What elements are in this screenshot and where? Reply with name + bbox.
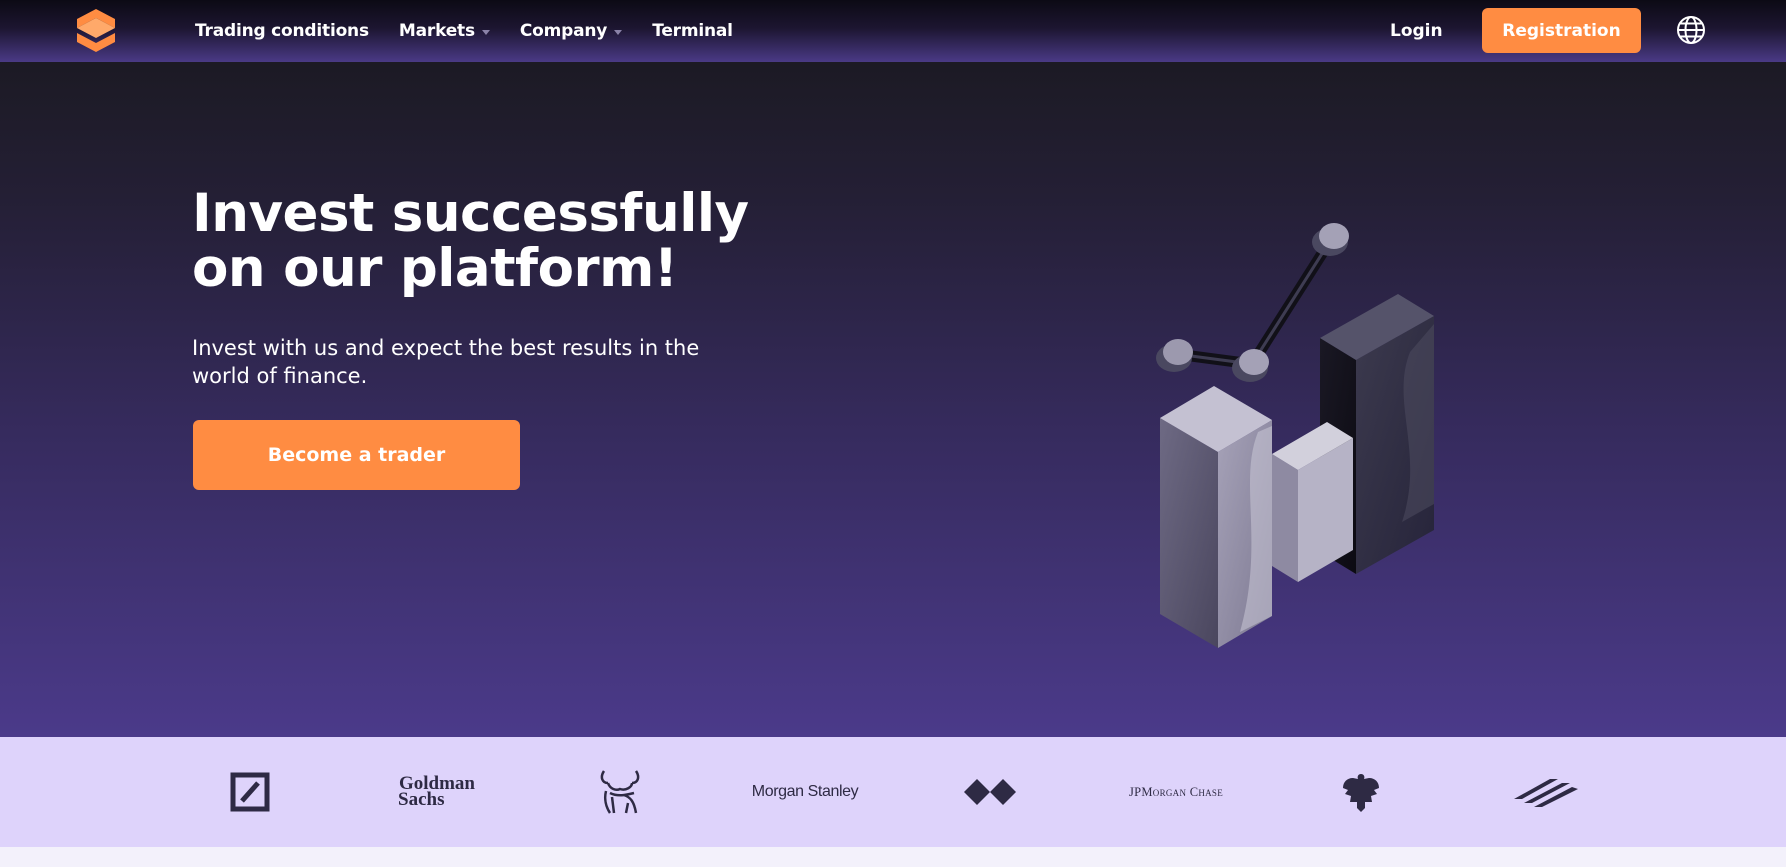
globe-icon[interactable] — [1676, 15, 1706, 45]
partner-logos-strip: Goldman Sachs Morgan Stanley JPMorgan Ch… — [0, 737, 1786, 847]
bull-icon — [600, 770, 640, 814]
nav-company-label: Company — [519, 21, 608, 41]
hero-subtitle: Invest with us and expect the best resul… — [192, 336, 700, 388]
nav-company[interactable]: Company — [519, 0, 623, 62]
chevron-down-icon — [481, 29, 490, 35]
nav-trading-conditions[interactable]: Trading conditions — [195, 0, 369, 62]
login-link[interactable]: Login — [1390, 0, 1443, 62]
registration-button[interactable]: Registration — [1482, 8, 1641, 53]
goldman-sachs-logo: Goldman Sachs — [392, 737, 482, 847]
barclays-logo — [1336, 737, 1386, 847]
flag-stripes-icon — [1514, 779, 1578, 807]
deutsche-bank-icon — [230, 772, 270, 812]
chart-blocks-illustration — [1156, 223, 1434, 648]
nav-terminal[interactable]: Terminal — [652, 0, 733, 62]
hero-title-line1: Invest successfully — [192, 183, 749, 244]
bank-of-america-logo — [1510, 737, 1580, 847]
hsbc-hexagon-icon — [964, 779, 1016, 805]
hero-title-line2: on our platform! — [192, 238, 678, 299]
page-bottom-strip — [0, 847, 1786, 867]
hsbc-logo — [962, 737, 1018, 847]
brand-logo-icon[interactable] — [74, 7, 118, 53]
deutsche-bank-logo — [220, 737, 280, 847]
goldman-sachs-line2: Sachs — [398, 789, 445, 810]
nav-markets[interactable]: Markets — [399, 0, 490, 62]
jpmorgan-chase-logo: JPMorgan Chase — [1128, 784, 1224, 799]
nav-trading-conditions-label: Trading conditions — [195, 21, 369, 41]
top-navbar: Trading conditions Markets Company Termi… — [0, 0, 1786, 62]
chevron-down-icon — [614, 29, 623, 35]
hero-title: Invest successfully on our platform! — [192, 186, 752, 296]
main-nav: Trading conditions Markets Company Termi… — [195, 0, 763, 62]
hero-section: Invest successfully on our platform! Inv… — [0, 62, 1786, 737]
nav-terminal-label: Terminal — [652, 21, 733, 41]
become-trader-button[interactable]: Become a trader — [193, 420, 520, 490]
nav-markets-label: Markets — [398, 21, 475, 41]
morgan-stanley-logo: Morgan Stanley — [751, 783, 859, 800]
eagle-icon — [1343, 774, 1379, 812]
merrill-bull-logo — [592, 737, 648, 847]
